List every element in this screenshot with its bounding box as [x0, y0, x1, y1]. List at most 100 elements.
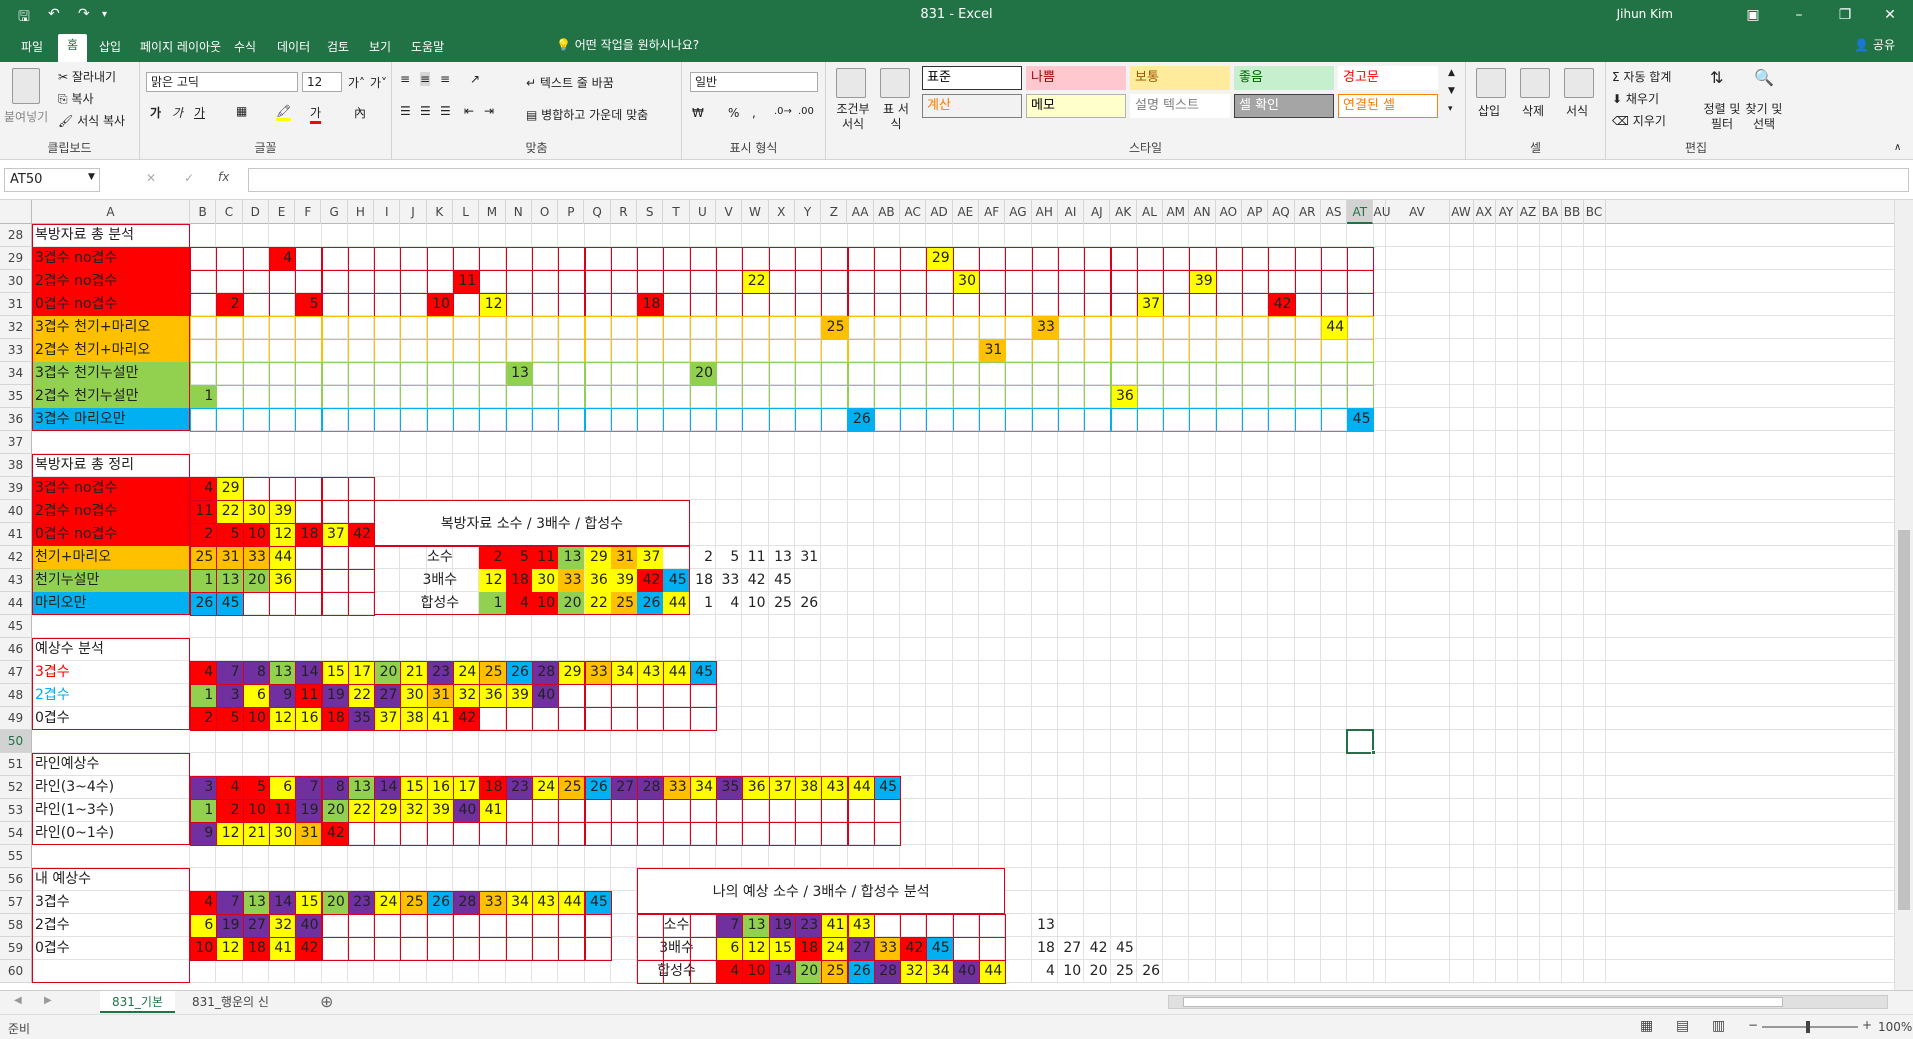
cell-X42[interactable]: 13 [769, 546, 795, 569]
cell-AA60[interactable]: 26 [847, 960, 874, 983]
tab-6[interactable]: 검토 [318, 36, 358, 62]
column-header-AW[interactable]: AW [1450, 200, 1474, 224]
cell-K49[interactable]: 41 [426, 707, 453, 730]
column-header-AM[interactable]: AM [1163, 200, 1190, 224]
cell-W30[interactable]: 22 [742, 270, 769, 293]
cell-S52[interactable]: 28 [637, 776, 664, 799]
cell-K31[interactable]: 10 [426, 293, 453, 316]
format-painter-button[interactable]: 🖌 서식 복사 [58, 112, 125, 129]
cell-E47[interactable]: 13 [268, 661, 296, 684]
cell-U43[interactable]: 18 [690, 569, 716, 592]
cell-E52[interactable]: 6 [268, 776, 296, 799]
cell-style-0[interactable]: 표준 [922, 66, 1022, 90]
formula-input[interactable] [248, 168, 1909, 192]
tell-me-search[interactable]: 💡 어떤 작업을 원하시나요? [556, 36, 699, 53]
tab-8[interactable]: 도움말 [402, 36, 453, 62]
name-box-dropdown-icon[interactable]: ▼ [88, 172, 95, 182]
sheet-tab-luck[interactable]: 831_행운의 신 [180, 991, 281, 1013]
cell-A30[interactable]: 2겹수 no겹수 [32, 270, 190, 293]
cell-B53[interactable]: 1 [190, 799, 217, 822]
cell-F57[interactable]: 15 [295, 891, 322, 914]
cell-A36[interactable]: 3겹수 마리오만 [32, 408, 190, 431]
cell-O48[interactable]: 40 [531, 684, 559, 707]
tab-7[interactable]: 보기 [360, 36, 400, 62]
number-format-select[interactable]: 일반 [690, 72, 818, 92]
cell-O52[interactable]: 24 [531, 776, 559, 799]
row-header-40[interactable]: 40 [0, 500, 32, 523]
cell-P44[interactable]: 20 [558, 592, 585, 615]
align-right-icon[interactable]: ☰ [440, 104, 451, 118]
font-size-select[interactable]: 12 [302, 72, 342, 92]
font-color-icon[interactable]: 가 [310, 104, 322, 124]
cell-F52[interactable]: 7 [295, 776, 322, 799]
format-table-button[interactable]: 표 서식 [882, 102, 910, 132]
clear-button[interactable]: ⌫ 지우기 [1612, 112, 1666, 129]
cell-H47[interactable]: 17 [347, 661, 375, 684]
gallery-down-icon[interactable]: ▼ [1448, 86, 1455, 96]
cell-M52[interactable]: 18 [479, 776, 506, 799]
cell-C41[interactable]: 5 [216, 523, 243, 546]
find-select-icon[interactable]: 🔍 [1754, 68, 1774, 87]
cell-AC59[interactable]: 42 [900, 937, 927, 960]
cell-R47[interactable]: 34 [610, 661, 638, 684]
row-header-35[interactable]: 35 [0, 385, 32, 408]
cell-P57[interactable]: 44 [558, 891, 585, 914]
phonetic-icon[interactable]: 內 [354, 104, 366, 121]
cell-A47[interactable]: 3겹수 [32, 661, 190, 684]
cell-C40[interactable]: 22 [216, 500, 243, 523]
cell-L49[interactable]: 42 [453, 707, 480, 730]
cell-T44[interactable]: 44 [663, 592, 690, 615]
delete-cells-button[interactable]: 삭제 [1522, 102, 1544, 119]
row-header-37[interactable]: 37 [0, 431, 32, 454]
cell-L53[interactable]: 40 [453, 799, 480, 822]
cell-M43[interactable]: 12 [479, 569, 506, 592]
cell-L57[interactable]: 28 [453, 891, 480, 914]
cell-style-1[interactable]: 나쁨 [1026, 66, 1126, 90]
cell-G48[interactable]: 19 [321, 684, 348, 707]
select-all-corner[interactable] [0, 200, 32, 224]
cell-E41[interactable]: 12 [268, 523, 296, 546]
restore-button[interactable]: ❐ [1822, 0, 1868, 30]
cell-R42[interactable]: 31 [610, 546, 638, 569]
percent-button[interactable]: % [728, 106, 739, 120]
cell-Q52[interactable]: 26 [584, 776, 611, 799]
cell-A29[interactable]: 3겹수 no겹수 [32, 247, 190, 270]
column-header-AL[interactable]: AL [1137, 200, 1164, 224]
cell-Y44[interactable]: 26 [795, 592, 821, 615]
cell-G57[interactable]: 20 [321, 891, 348, 914]
cell-C43[interactable]: 13 [216, 569, 243, 592]
cell-A39[interactable]: 3겹수 no겹수 [32, 477, 190, 500]
cell-V59[interactable]: 6 [716, 937, 743, 960]
zoom-out-icon[interactable]: − [1748, 1018, 1758, 1032]
column-header-AP[interactable]: AP [1242, 200, 1269, 224]
row-header-43[interactable]: 43 [0, 569, 32, 592]
cell-K57[interactable]: 26 [426, 891, 453, 914]
cell-A35[interactable]: 2겹수 천기누설만 [32, 385, 190, 408]
cell-D58[interactable]: 27 [242, 914, 269, 937]
cell-W44[interactable]: 10 [742, 592, 768, 615]
cell-D49[interactable]: 10 [242, 707, 269, 730]
cell-X44[interactable]: 25 [769, 592, 795, 615]
column-header-AT[interactable]: AT [1347, 200, 1374, 224]
cell-A38[interactable]: 복방자료 총 정리 [32, 454, 190, 477]
cell-A42[interactable]: 천기+마리오 [32, 546, 190, 569]
cell-H57[interactable]: 23 [347, 891, 375, 914]
column-header-AF[interactable]: AF [979, 200, 1006, 224]
cell-U34[interactable]: 20 [689, 362, 716, 385]
column-header-A[interactable]: A [32, 200, 190, 224]
conditional-format-icon[interactable] [836, 68, 866, 98]
cell-J47[interactable]: 21 [400, 661, 427, 684]
cell-B49[interactable]: 2 [190, 707, 217, 730]
cell-AJ59[interactable]: 42 [1084, 937, 1110, 960]
horizontal-scrollbar[interactable] [1168, 995, 1888, 1009]
column-header-AI[interactable]: AI [1058, 200, 1085, 224]
cell-F54[interactable]: 31 [295, 822, 322, 845]
column-header-AJ[interactable]: AJ [1084, 200, 1111, 224]
row-header-41[interactable]: 41 [0, 523, 32, 546]
row-header-59[interactable]: 59 [0, 937, 32, 960]
cell-R44[interactable]: 25 [610, 592, 638, 615]
cell-E58[interactable]: 32 [268, 914, 296, 937]
cell-N44[interactable]: 4 [505, 592, 532, 615]
cell-J42[interactable]: 소수 [400, 546, 479, 569]
cell-O44[interactable]: 10 [531, 592, 559, 615]
